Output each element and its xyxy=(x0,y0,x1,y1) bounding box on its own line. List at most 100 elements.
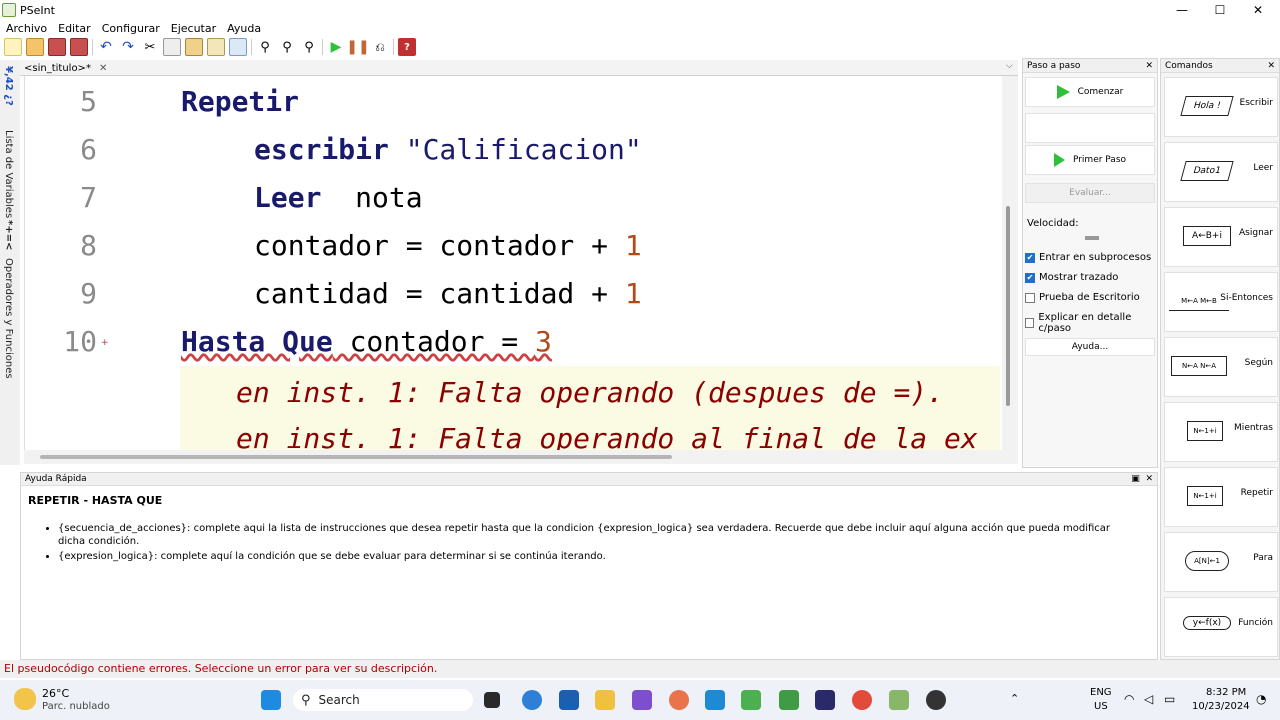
weather-icon[interactable] xyxy=(14,688,36,710)
dev-icon[interactable] xyxy=(815,690,835,710)
checkbox-row[interactable]: ✔ Mostrar trazado xyxy=(1025,272,1118,283)
minimize-button[interactable]: — xyxy=(1162,0,1202,20)
command-segun[interactable]: N←A N←A Según xyxy=(1164,337,1278,397)
checkbox-label: Entrar en subprocesos xyxy=(1039,252,1152,263)
indent-icon[interactable] xyxy=(207,38,225,56)
wifi-icon[interactable]: ◠ xyxy=(1124,692,1134,706)
chevron-down-icon[interactable]: ⌵ xyxy=(1006,61,1013,71)
pseint-taskbar-icon[interactable] xyxy=(741,690,761,710)
vertical-scroll-thumb[interactable] xyxy=(1006,206,1010,406)
run-icon[interactable]: ▶ xyxy=(327,38,345,56)
file-explorer-icon[interactable] xyxy=(595,690,615,710)
new-file-icon[interactable] xyxy=(4,38,22,56)
start-windows-icon[interactable] xyxy=(261,690,281,710)
menu-ejecutar[interactable]: Ejecutar xyxy=(171,22,216,35)
visual-studio-icon[interactable] xyxy=(632,690,652,710)
notification-icon[interactable]: ◔ xyxy=(1256,692,1266,706)
command-asignar[interactable]: A←B+i Asignar xyxy=(1164,207,1278,267)
step-by-step-panel: Paso a paso ✕ Comenzar Primer Paso Evalu… xyxy=(1022,58,1158,468)
horizontal-scroll-thumb[interactable] xyxy=(40,455,672,459)
command-mientras[interactable]: N←1+i Mientras xyxy=(1164,402,1278,462)
editor-tab[interactable]: <sin_titulo>* ✕ xyxy=(24,61,107,76)
save-icon[interactable] xyxy=(48,38,66,56)
error-message[interactable]: en inst. 1: Falta operando (despues de =… xyxy=(236,376,944,409)
language-region[interactable]: US xyxy=(1094,701,1108,712)
command-para[interactable]: A[N]←1 Para xyxy=(1164,532,1278,592)
help-item: {expresion_logica}: complete aquí la con… xyxy=(58,550,1138,563)
chrome-icon[interactable] xyxy=(852,690,872,710)
command-label: Si-Entonces xyxy=(1220,293,1273,303)
task-view-icon[interactable] xyxy=(484,692,500,708)
menu-editar[interactable]: Editar xyxy=(58,22,91,35)
close-icon[interactable]: ✕ xyxy=(1145,61,1153,71)
replace-icon[interactable]: ⚲ xyxy=(300,38,318,56)
find-icon[interactable]: ⚲ xyxy=(256,38,274,56)
command-label: Función xyxy=(1238,618,1273,628)
primer-paso-button[interactable]: Primer Paso xyxy=(1025,145,1155,175)
store-icon[interactable] xyxy=(559,690,579,710)
copy-icon[interactable] xyxy=(163,38,181,56)
panel-header: Comandos ✕ xyxy=(1161,59,1279,73)
undo-icon[interactable]: ↶ xyxy=(97,38,115,56)
checkbox[interactable]: ✔ xyxy=(1025,272,1035,283)
close-icon[interactable]: ✕ xyxy=(1267,61,1275,71)
command-escribir[interactable]: Hola ! Escribir xyxy=(1164,77,1278,137)
command-leer[interactable]: Dato1 Leer xyxy=(1164,142,1278,202)
play-icon xyxy=(1056,85,1070,99)
funcion-symbol-icon: y←f(x) xyxy=(1183,616,1231,630)
maximize-icon[interactable]: ▣ xyxy=(1131,474,1140,484)
clock-time[interactable]: 8:32 PM xyxy=(1206,687,1246,698)
open-folder-icon[interactable] xyxy=(26,38,44,56)
tab-close-icon[interactable]: ✕ xyxy=(99,63,107,74)
ayuda-button[interactable]: Ayuda... xyxy=(1025,338,1155,356)
redo-icon[interactable]: ↷ xyxy=(119,38,137,56)
menu-configurar[interactable]: Configurar xyxy=(102,22,160,35)
save-as-icon[interactable] xyxy=(70,38,88,56)
maximize-button[interactable]: ☐ xyxy=(1200,0,1240,20)
help-icon[interactable]: ? xyxy=(398,38,416,56)
volume-icon[interactable]: ◁ xyxy=(1144,692,1153,706)
editor-vertical-scrollbar[interactable] xyxy=(1002,76,1018,450)
operators-tab[interactable]: Operadores y Funciones xyxy=(3,258,14,379)
checkbox-row[interactable]: Prueba de Escritorio xyxy=(1025,292,1140,303)
comenzar-button[interactable]: Comenzar xyxy=(1025,77,1155,107)
pseint-active-icon[interactable] xyxy=(889,690,909,710)
paste-icon[interactable] xyxy=(185,38,203,56)
checkbox-row[interactable]: Explicar en detalle c/paso xyxy=(1025,312,1157,334)
velocidad-slider[interactable] xyxy=(1085,236,1099,240)
checkbox-row[interactable]: ✔ Entrar en subprocesos xyxy=(1025,252,1151,263)
command-funcion[interactable]: y←f(x) Función xyxy=(1164,597,1278,657)
menu-archivo[interactable]: Archivo xyxy=(6,22,47,35)
battery-icon[interactable]: ▭ xyxy=(1164,692,1175,706)
checkbox[interactable] xyxy=(1025,318,1035,328)
edge-icon[interactable] xyxy=(522,690,542,710)
preview-icon[interactable] xyxy=(229,38,247,56)
cut-icon[interactable]: ✂ xyxy=(141,38,159,56)
copilot-icon[interactable] xyxy=(669,690,689,710)
taskbar-search[interactable]: ⚲ Search xyxy=(293,689,473,711)
command-repetir[interactable]: N←1+i Repetir xyxy=(1164,467,1278,527)
chevron-up-icon[interactable]: ⌃ xyxy=(1010,692,1019,705)
close-button[interactable]: ✕ xyxy=(1238,0,1278,20)
vscode-icon[interactable] xyxy=(705,690,725,710)
status-bar[interactable]: El pseudocódigo contiene errores. Selecc… xyxy=(0,660,1280,678)
code-line: Repetir xyxy=(181,85,300,118)
step-icon[interactable]: ❚❚ xyxy=(346,38,369,56)
checkbox[interactable] xyxy=(1025,292,1035,303)
find-next-icon[interactable]: ⚲ xyxy=(278,38,296,56)
variables-tab[interactable]: Lista de Variables xyxy=(3,130,14,218)
clock-date[interactable]: 10/23/2024 xyxy=(1192,701,1250,712)
evaluar-button[interactable]: Evaluar... xyxy=(1025,183,1155,203)
command-label: Para xyxy=(1253,553,1273,563)
line-number: 7 xyxy=(80,181,97,214)
checkbox[interactable]: ✔ xyxy=(1025,252,1035,263)
app-icon[interactable] xyxy=(779,690,799,710)
flowchart-icon[interactable]: ⎌ xyxy=(371,38,389,56)
language-code[interactable]: ENG xyxy=(1090,687,1112,698)
app-record-icon[interactable] xyxy=(926,690,946,710)
menu-ayuda[interactable]: Ayuda xyxy=(227,22,261,35)
close-icon[interactable]: ✕ xyxy=(1145,474,1153,484)
variables-glyphs: ¥,42 ¿? xyxy=(3,66,14,106)
command-si-entonces[interactable]: M←A M←B Si-Entonces xyxy=(1164,272,1278,332)
panel-title: Ayuda Rápida xyxy=(25,474,87,484)
